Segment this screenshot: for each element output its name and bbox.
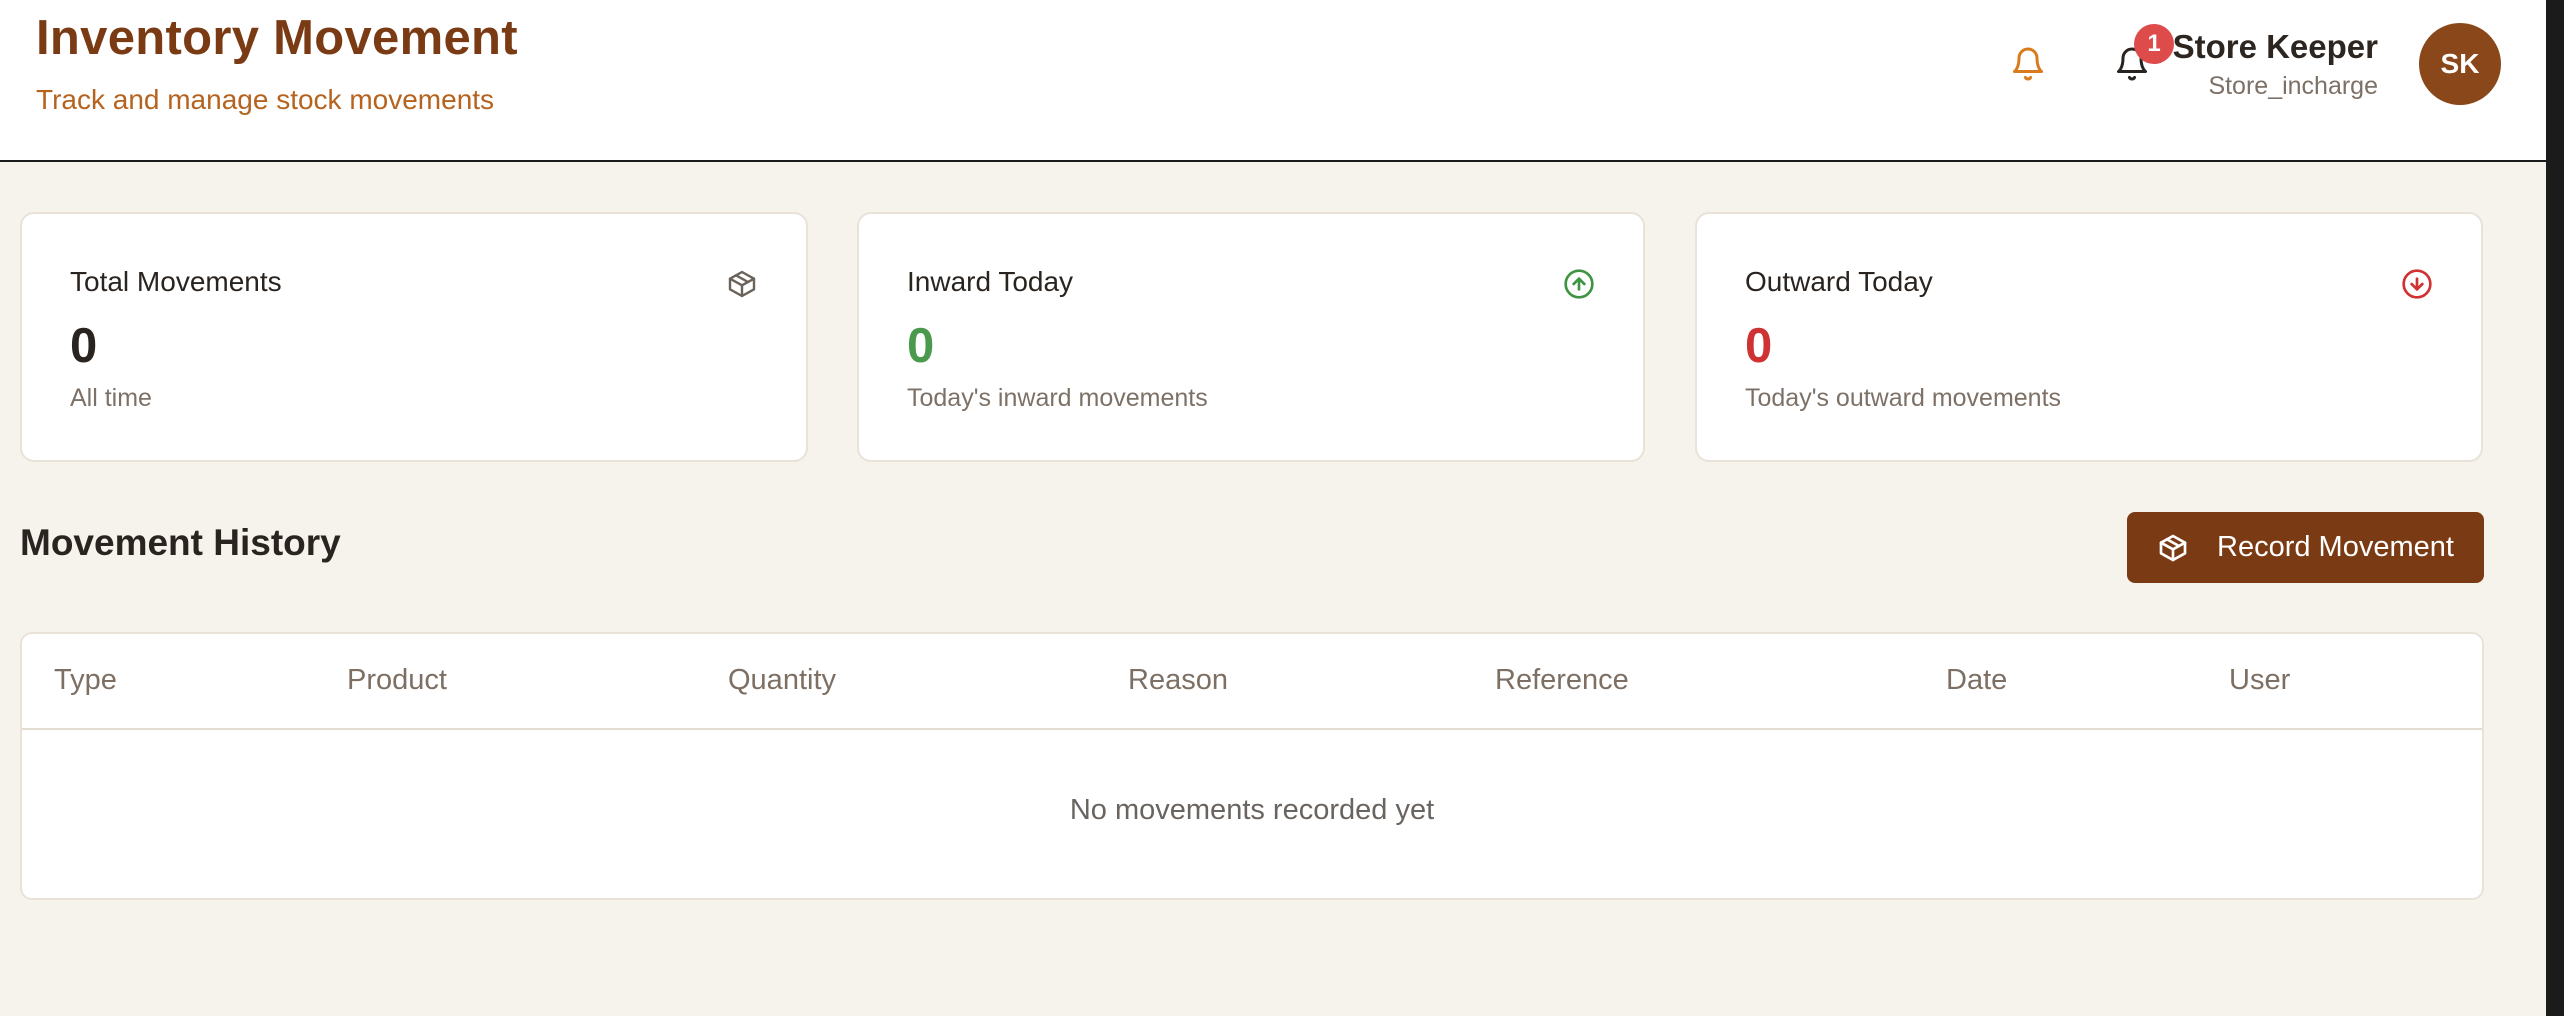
stat-card-total-movements: Total Movements 0 All time bbox=[20, 212, 808, 462]
user-name: Store Keeper bbox=[2172, 28, 2378, 65]
stat-card-title: Outward Today bbox=[1745, 266, 1933, 297]
column-header-date[interactable]: Date bbox=[1946, 664, 2007, 697]
section-title: Movement History bbox=[20, 522, 341, 563]
column-header-user[interactable]: User bbox=[2229, 664, 2290, 697]
page-title: Inventory Movement bbox=[36, 11, 518, 65]
column-header-type[interactable]: Type bbox=[54, 664, 117, 697]
window-edge bbox=[2546, 0, 2564, 1016]
stat-card-title: Total Movements bbox=[70, 266, 282, 297]
notification-count-badge[interactable]: 1 bbox=[2134, 24, 2174, 64]
stat-card-title: Inward Today bbox=[907, 266, 1074, 297]
app-root: Inventory Movement Track and manage stoc… bbox=[0, 0, 2564, 1016]
column-header-product[interactable]: Product bbox=[347, 664, 447, 697]
stat-card-value: 0 bbox=[70, 319, 98, 373]
user-role: Store_incharge bbox=[2208, 72, 2378, 100]
bell-alert-icon[interactable] bbox=[2010, 46, 2046, 82]
stat-card-caption: Today's outward movements bbox=[1745, 384, 2062, 412]
page-header: Inventory Movement Track and manage stoc… bbox=[0, 0, 2546, 162]
stat-card-value: 0 bbox=[1745, 319, 1773, 373]
stat-card-value: 0 bbox=[907, 319, 935, 373]
table-header-row: Type Product Quantity Reason Reference D… bbox=[22, 634, 2482, 730]
empty-state-message: No movements recorded yet bbox=[1069, 794, 1435, 826]
column-header-reference[interactable]: Reference bbox=[1495, 664, 1629, 697]
package-icon bbox=[728, 270, 756, 298]
arrow-up-circle-icon bbox=[1564, 269, 1594, 299]
stat-card-caption: Today's inward movements bbox=[907, 384, 1208, 412]
record-movement-button[interactable]: Record Movement bbox=[2127, 512, 2484, 583]
user-avatar[interactable]: SK bbox=[2419, 23, 2501, 105]
page-subtitle: Track and manage stock movements bbox=[36, 84, 495, 115]
column-header-reason[interactable]: Reason bbox=[1128, 664, 1228, 697]
stat-card-inward-today: Inward Today 0 Today's inward movements bbox=[857, 212, 1645, 462]
record-movement-label: Record Movement bbox=[2217, 531, 2454, 563]
column-header-quantity[interactable]: Quantity bbox=[728, 664, 836, 697]
stat-card-caption: All time bbox=[70, 384, 152, 412]
arrow-down-circle-icon bbox=[2402, 269, 2432, 299]
package-icon bbox=[2159, 534, 2187, 561]
stat-card-outward-today: Outward Today 0 Today's outward movement… bbox=[1695, 212, 2483, 462]
movement-history-table: Type Product Quantity Reason Reference D… bbox=[20, 632, 2484, 900]
